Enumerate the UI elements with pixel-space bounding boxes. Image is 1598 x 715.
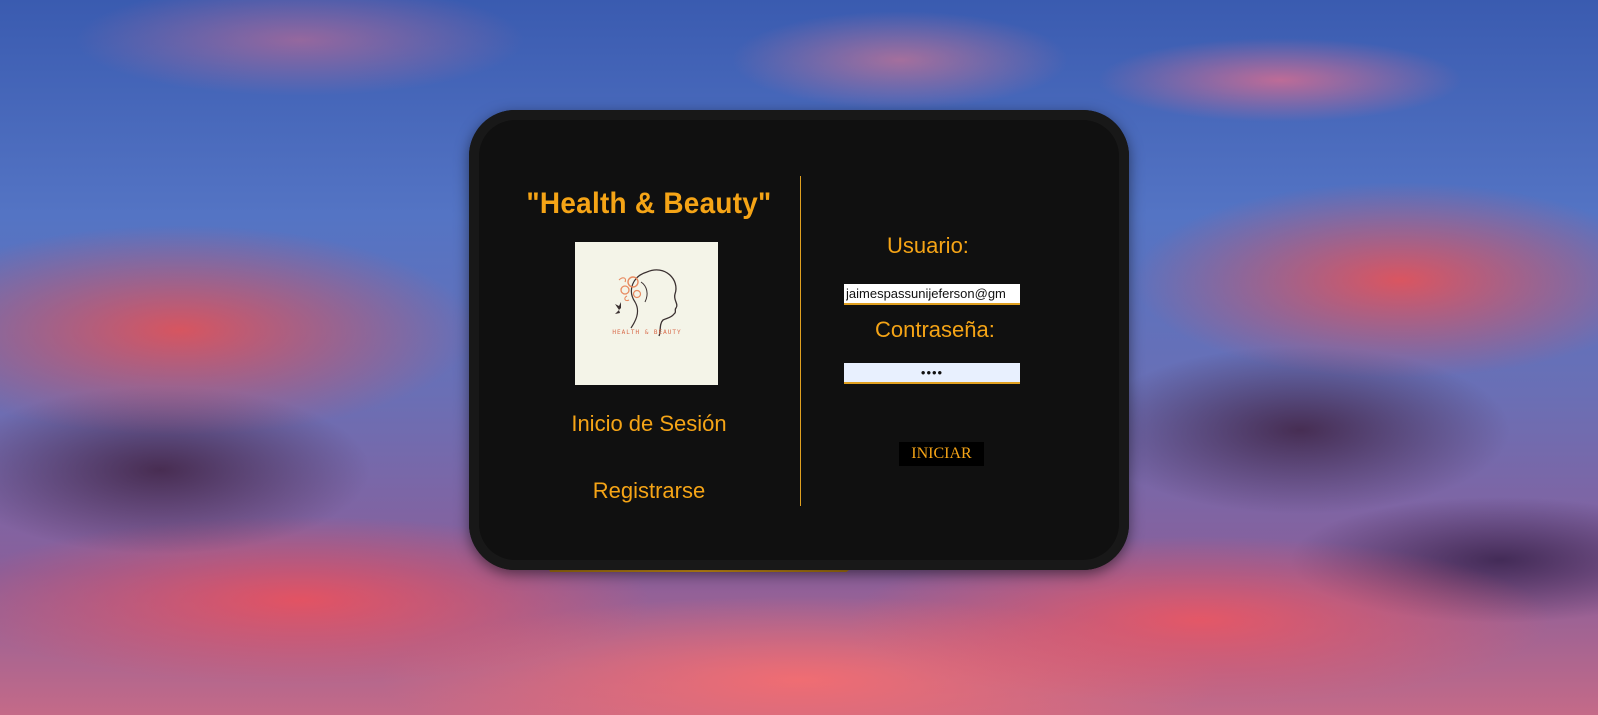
login-card: "Health & Beauty" HEALTH & BEAUTY Inicio… [469, 110, 1129, 570]
user-label: Usuario: [887, 233, 969, 258]
login-card-wrapper: "Health & Beauty" HEALTH & BEAUTY Inicio… [469, 110, 1129, 573]
woman-face-butterfly-logo-icon: HEALTH & BEAUTY [612, 269, 681, 337]
brand-logo: HEALTH & BEAUTY [575, 242, 718, 385]
password-input[interactable] [844, 363, 1020, 384]
vertical-divider [800, 176, 801, 506]
register-link[interactable]: Registrarse [529, 478, 769, 504]
user-input[interactable] [844, 284, 1020, 305]
password-label: Contraseña: [875, 317, 995, 342]
login-link[interactable]: Inicio de Sesión [529, 411, 769, 437]
login-submit-button[interactable]: INICIAR [899, 442, 984, 466]
brand-title: "Health & Beauty" [526, 187, 772, 220]
logo-caption: HEALTH & BEAUTY [612, 329, 681, 336]
